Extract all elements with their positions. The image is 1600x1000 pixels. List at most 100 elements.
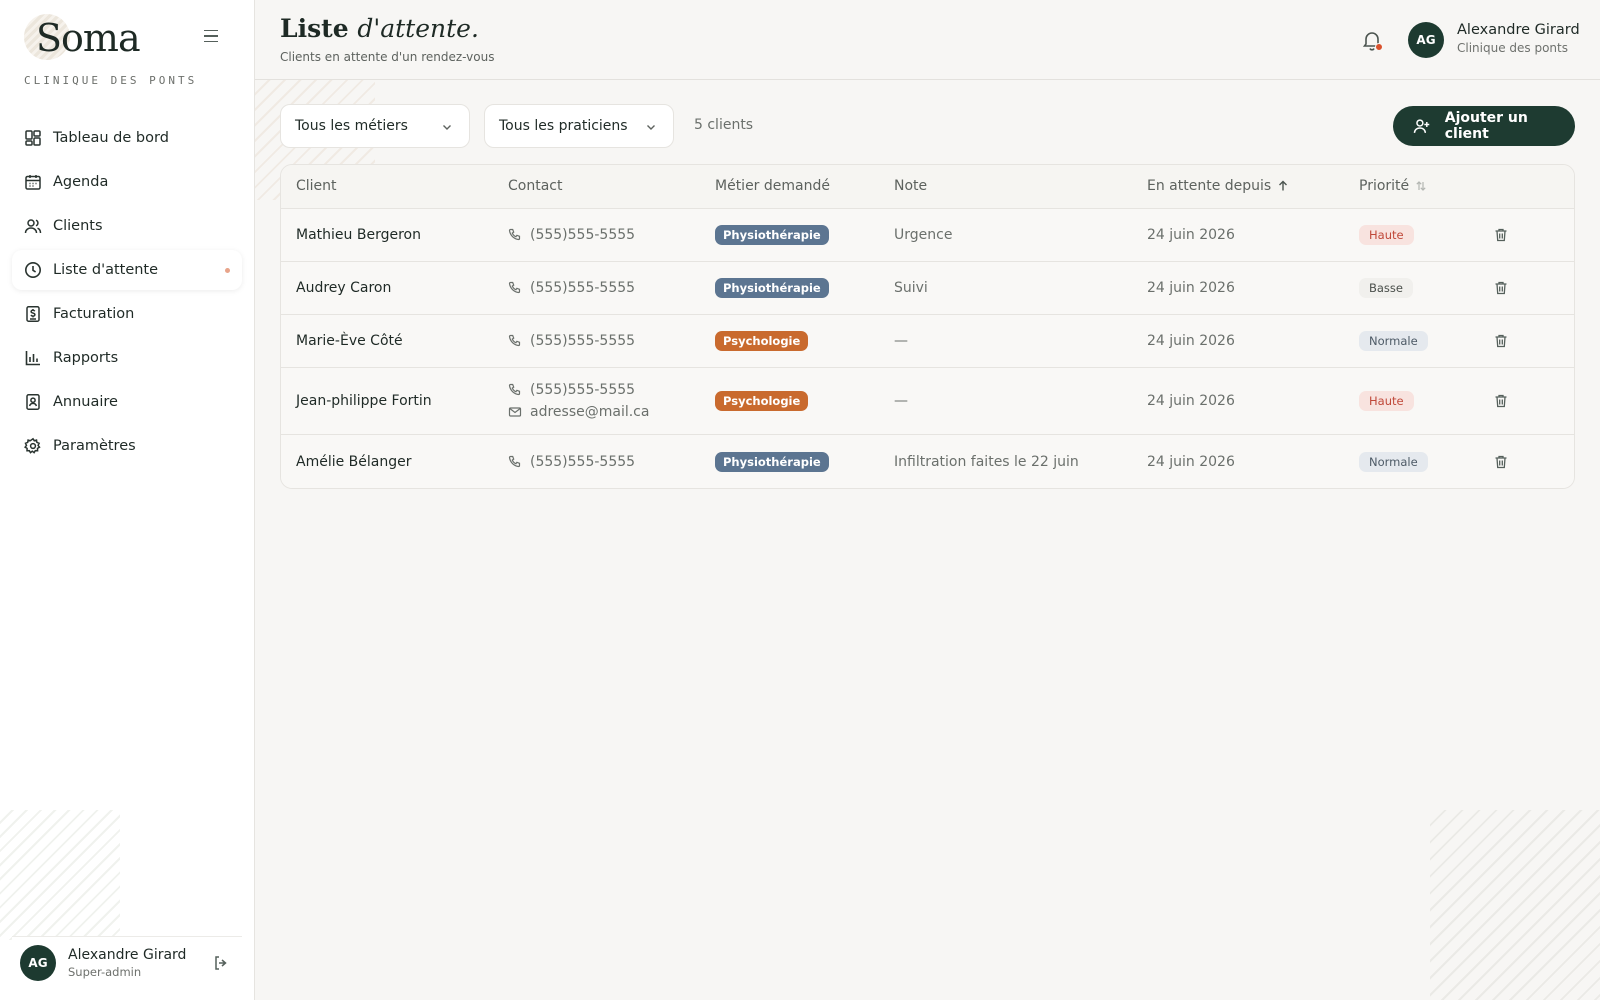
header-user-info[interactable]: Alexandre Girard Clinique des ponts — [1457, 22, 1580, 55]
waiting-since-cell: 24 juin 2026 — [1147, 393, 1235, 409]
chevron-down-icon — [647, 125, 655, 130]
sidebar-item-clients[interactable]: Clients — [12, 206, 242, 246]
page-header: Liste d'attente. Clients en attente d'un… — [255, 0, 1600, 80]
phone-number: (555)555-5555 — [530, 333, 636, 349]
select-value: Tous les métiers — [295, 118, 408, 134]
phone-line[interactable]: (555)555-5555 — [508, 280, 635, 296]
sidebar-user-card[interactable]: AG Alexandre Girard Super-admin — [12, 936, 242, 988]
header-user-avatar[interactable]: AG — [1408, 22, 1444, 58]
user-name: Alexandre Girard — [1457, 22, 1580, 38]
trade-cell: Psychologie — [715, 368, 809, 434]
avatar: AG — [20, 944, 56, 981]
client-contact: (555)555-5555 — [508, 435, 635, 488]
trade-cell: Physiothérapie — [715, 262, 829, 314]
client-name: Marie-Ève Côté — [296, 333, 403, 349]
sidebar-item-directory[interactable]: Annuaire — [12, 382, 242, 422]
table-row[interactable]: Audrey Caron (555)555-5555 Physiothérapie S… — [281, 262, 1574, 315]
actions-cell — [1493, 209, 1509, 261]
priority-cell: Normale — [1359, 435, 1428, 488]
invoice-icon — [24, 305, 42, 323]
sidebar-item-label: Agenda — [53, 174, 109, 190]
phone-line[interactable]: (555)555-5555 — [508, 454, 635, 470]
decorative-stripes — [1430, 810, 1600, 1000]
trash-icon[interactable] — [1493, 454, 1509, 470]
gear-icon — [24, 437, 42, 455]
sidebar-item-label: Rapports — [53, 350, 119, 366]
sidebar-item-label: Tableau de bord — [53, 130, 169, 146]
notification-dot — [1375, 43, 1383, 51]
priority-badge: Normale — [1359, 331, 1428, 351]
active-indicator-dot — [225, 268, 230, 273]
menu-toggle-icon[interactable] — [204, 26, 224, 46]
table-row[interactable]: Marie-Ève Côté (555)555-5555 Psychologie — 2… — [281, 315, 1574, 368]
trash-icon[interactable] — [1493, 393, 1509, 409]
client-contact: (555)555-5555 — [508, 262, 635, 314]
table-row[interactable]: Mathieu Bergeron (555)555-5555 Physiothéra… — [281, 209, 1574, 262]
logout-icon[interactable] — [212, 954, 230, 972]
phone-line[interactable]: (555)555-5555 — [508, 333, 635, 349]
note-cell: Infiltration faites le 22 juin — [894, 453, 1079, 470]
client-name: Audrey Caron — [296, 280, 392, 296]
sidebar-item-dashboard[interactable]: Tableau de bord — [12, 118, 242, 158]
sort-icon — [1416, 181, 1426, 191]
priority-badge: Basse — [1359, 278, 1413, 298]
practitioner-filter-select[interactable]: Tous les praticiens — [484, 104, 674, 148]
trash-icon[interactable] — [1493, 227, 1509, 243]
phone-icon — [508, 334, 521, 347]
note-cell: Urgence — [894, 227, 953, 243]
sidebar-item-label: Facturation — [53, 306, 135, 322]
page-title-main: Liste — [280, 14, 349, 43]
sidebar-item-waitlist[interactable]: Liste d'attente — [12, 250, 242, 290]
main-content: Tous les métiers Tous les praticiens 5 c… — [255, 80, 1600, 1000]
add-client-button[interactable]: Ajouter un client — [1393, 106, 1575, 146]
sidebar: Soma CLINIQUE DES PONTS Tableau de bord … — [0, 0, 255, 1000]
trade-cell: Physiothérapie — [715, 435, 829, 488]
email-line[interactable]: adresse@mail.ca — [508, 404, 649, 420]
users-icon — [24, 217, 42, 235]
phone-line[interactable]: (555)555-5555 — [508, 382, 635, 398]
sidebar-item-settings[interactable]: Paramètres — [12, 426, 242, 466]
table-row[interactable]: Jean-philippe Fortin (555)555-5555 adresse… — [281, 368, 1574, 435]
client-name: Amélie Bélanger — [296, 453, 412, 470]
actions-cell — [1493, 435, 1509, 488]
sidebar-item-reports[interactable]: Rapports — [12, 338, 242, 378]
client-count: 5 clients — [694, 117, 754, 133]
note-cell: — — [894, 333, 908, 349]
client-contact: (555)555-5555 — [508, 209, 635, 261]
chevron-down-icon — [443, 125, 451, 130]
notifications-bell-icon[interactable] — [1360, 28, 1384, 52]
column-header-waiting[interactable]: En attente depuis — [1147, 178, 1289, 194]
phone-line[interactable]: (555)555-5555 — [508, 227, 635, 243]
column-header-priority[interactable]: Priorité — [1359, 178, 1427, 194]
clock-icon — [24, 261, 42, 279]
waiting-since-cell: 24 juin 2026 — [1147, 333, 1235, 349]
trash-icon[interactable] — [1493, 333, 1509, 349]
toolbar: Tous les métiers Tous les praticiens 5 c… — [280, 104, 1575, 148]
priority-badge: Haute — [1359, 391, 1414, 411]
column-header-trade: Métier demandé — [715, 178, 830, 194]
sidebar-item-label: Annuaire — [53, 394, 118, 410]
table-row[interactable]: Amélie Bélanger (555)555-5555 Physiothérap… — [281, 435, 1574, 488]
priority-cell: Basse — [1359, 262, 1413, 314]
client-contact: (555)555-5555 — [508, 315, 635, 367]
priority-badge: Haute — [1359, 225, 1414, 245]
sidebar-item-billing[interactable]: Facturation — [12, 294, 242, 334]
priority-cell: Haute — [1359, 368, 1414, 434]
trade-filter-select[interactable]: Tous les métiers — [280, 104, 470, 148]
user-name: Alexandre Girard — [68, 946, 187, 963]
trade-cell: Physiothérapie — [715, 209, 829, 261]
add-client-label: Ajouter un client — [1444, 110, 1528, 142]
column-header-note: Note — [894, 178, 928, 194]
user-plus-icon — [1413, 119, 1430, 133]
brand[interactable]: Soma CLINIQUE DES PONTS — [24, 12, 234, 92]
column-header-client: Client — [296, 178, 337, 194]
brand-subtitle: CLINIQUE DES PONTS — [24, 74, 198, 87]
avatar: AG — [1408, 22, 1444, 58]
client-name: Jean-philippe Fortin — [296, 393, 432, 409]
trade-tag: Psychologie — [715, 391, 809, 411]
sidebar-nav: Tableau de bord Agenda Clients Liste d'a… — [12, 118, 242, 470]
trash-icon[interactable] — [1493, 280, 1509, 296]
sidebar-item-agenda[interactable]: Agenda — [12, 162, 242, 202]
actions-cell — [1493, 315, 1509, 367]
phone-number: (555)555-5555 — [530, 227, 636, 243]
